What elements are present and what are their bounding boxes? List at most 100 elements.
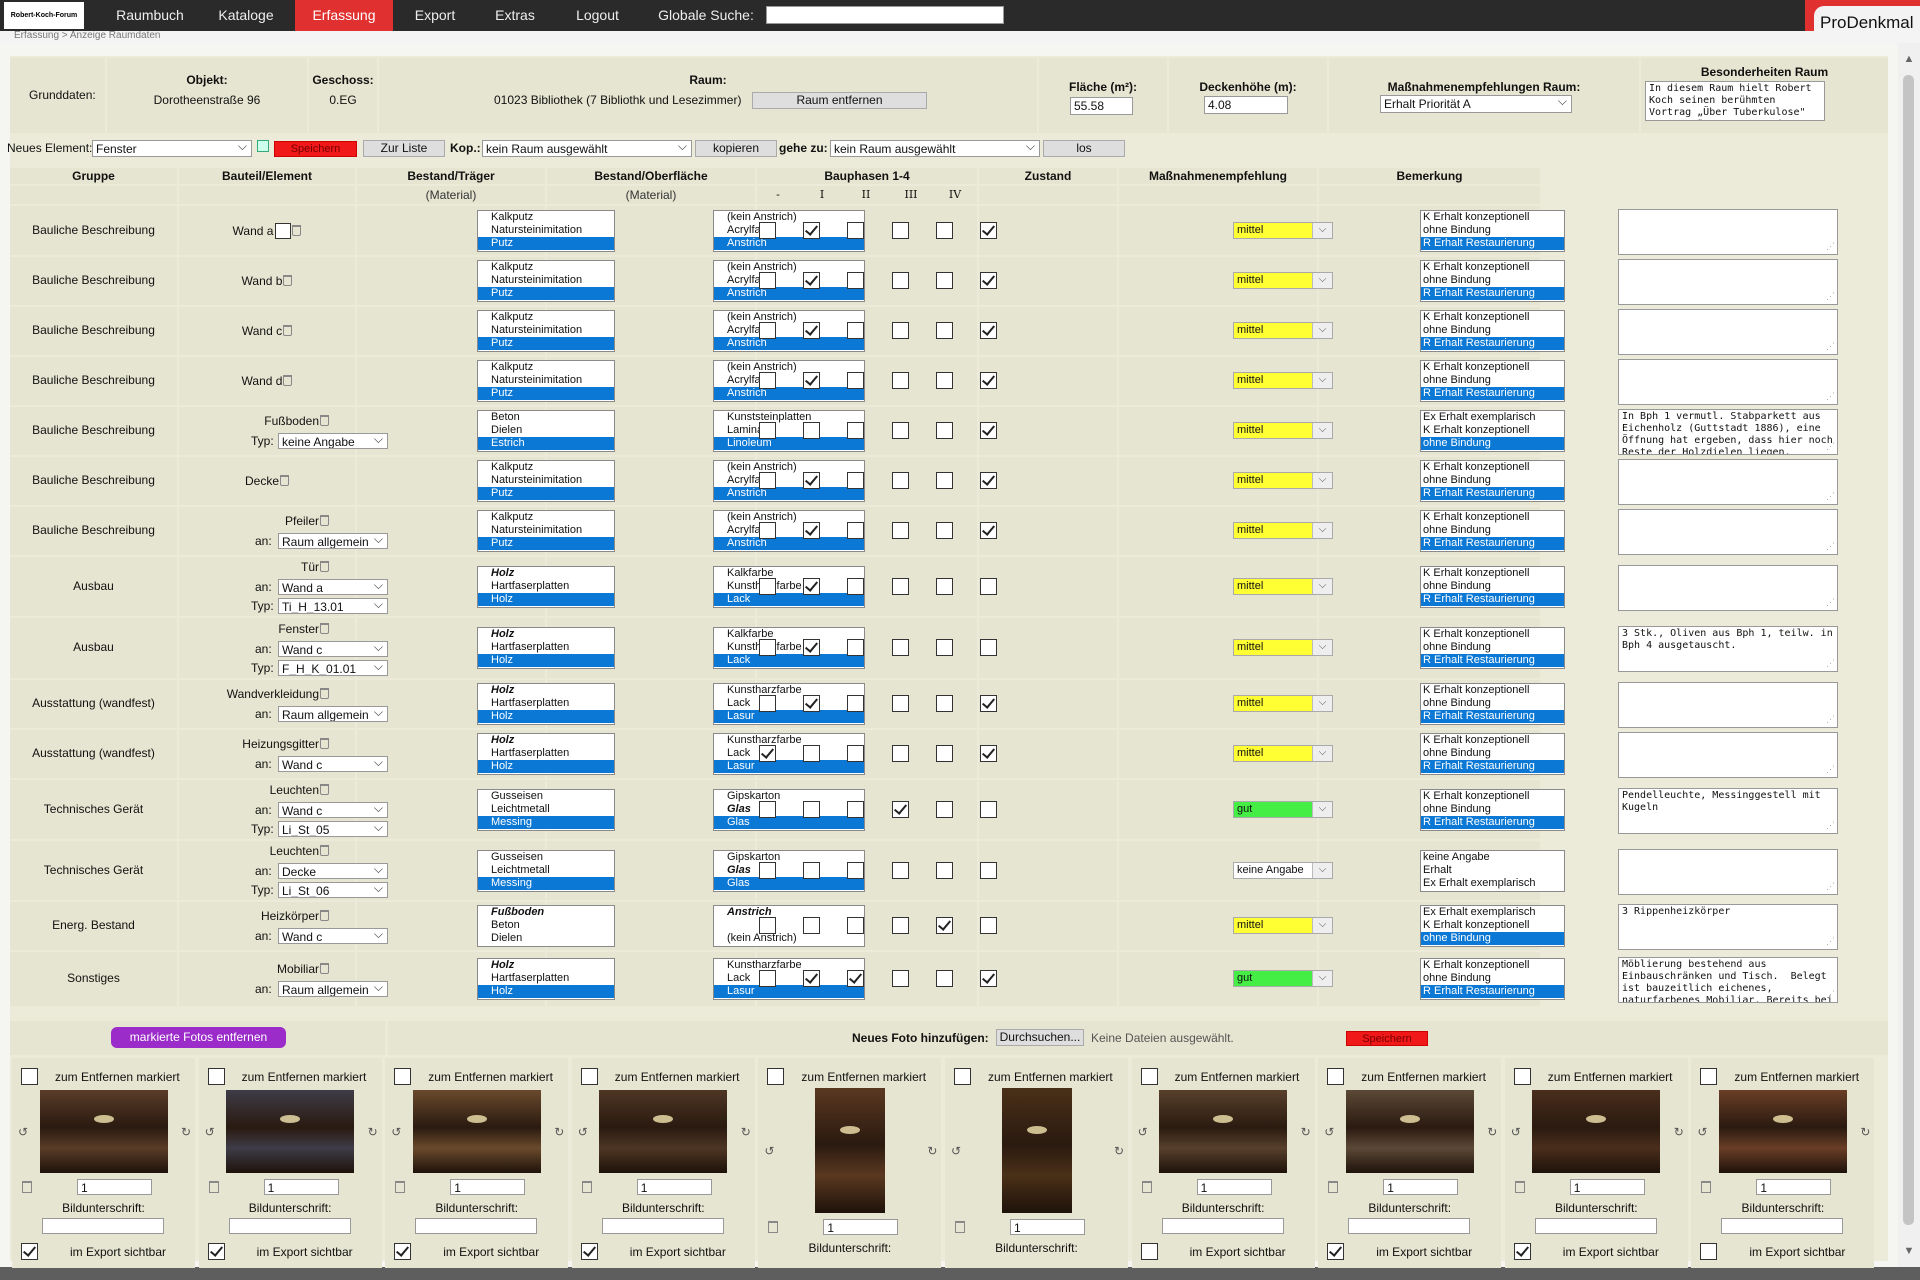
massnahme-listbox[interactable]: keine Angabe Erhalt Ex Erhalt exemplarisch — [1420, 849, 1565, 892]
resize-grip-icon[interactable]: ⋰ — [1826, 441, 1835, 453]
besonderheiten-textarea[interactable]: In diesem Raum hielt Robert Koch seinen … — [1645, 81, 1825, 121]
trash-icon[interactable] — [1514, 1181, 1525, 1193]
export-visible-checkbox[interactable] — [1700, 1243, 1718, 1260]
listbox-option[interactable]: Anstrich — [714, 487, 864, 500]
listbox-option[interactable]: Lack — [714, 972, 864, 985]
row-an-select[interactable]: Decke — [278, 863, 388, 879]
phase-checkbox-3[interactable] — [892, 577, 909, 595]
listbox-option[interactable]: K Erhalt konzeptionell — [1421, 424, 1564, 437]
phase-checkbox-4[interactable] — [936, 472, 953, 489]
listbox-option[interactable]: Ex Erhalt exemplarisch — [1421, 877, 1564, 890]
room-photo[interactable] — [1001, 1088, 1072, 1213]
listbox-option[interactable]: Natursteinimitation — [478, 474, 614, 487]
trash-icon[interactable] — [22, 1181, 32, 1193]
nav-erfassung[interactable]: Erfassung — [295, 0, 393, 31]
phase-checkbox-0[interactable] — [759, 372, 776, 389]
trash-icon[interactable] — [283, 374, 293, 386]
massnahme-listbox[interactable]: K Erhalt konzeptionell ohne Bindung R Erha… — [1420, 209, 1565, 252]
room-photo[interactable] — [412, 1090, 541, 1173]
row-oberflaeche-listbox[interactable]: (kein Anstrich) Acrylfarbe Anstrich — [713, 460, 865, 502]
site-logo[interactable]: Robert-Koch-Forum — [4, 2, 84, 29]
rotate-left-icon[interactable]: ↺ — [1697, 1125, 1707, 1139]
caption-input[interactable] — [415, 1218, 538, 1234]
massnahme-listbox[interactable]: K Erhalt konzeptionell ohne Bindung R Erha… — [1420, 360, 1565, 402]
row-traeger-listbox[interactable]: Holz Hartfaserplatten Holz — [477, 627, 615, 669]
trash-icon[interactable] — [320, 622, 329, 634]
photo-save-button[interactable]: Speichern — [1346, 1031, 1428, 1046]
rotate-left-icon[interactable]: ↺ — [18, 1125, 28, 1139]
phase-checkbox-0[interactable] — [759, 917, 776, 934]
phase-checkbox-3[interactable] — [892, 372, 909, 389]
listbox-option[interactable]: Natursteinimitation — [478, 274, 614, 287]
row-typ-select[interactable]: Li_St_06 — [278, 882, 388, 898]
phase-checkbox-5[interactable] — [980, 695, 997, 712]
resize-grip-icon[interactable]: ⋰ — [1826, 291, 1835, 303]
phase-checkbox-2[interactable] — [847, 800, 864, 818]
massnahme-listbox[interactable]: K Erhalt konzeptionell ohne Bindung R Erha… — [1420, 460, 1565, 502]
row-typ-select[interactable]: Li_St_05 — [278, 821, 388, 837]
listbox-option[interactable]: Acrylfarbe — [714, 324, 864, 337]
listbox-option[interactable]: Gusseisen — [478, 851, 614, 864]
zustand-select[interactable]: mittel ⌵ — [1233, 472, 1333, 489]
rotate-right-icon[interactable]: ↻ — [181, 1125, 191, 1139]
phase-checkbox-4[interactable] — [936, 639, 953, 656]
photo-order-input[interactable]: 1 — [1756, 1179, 1832, 1195]
resize-grip-icon[interactable]: ⋰ — [1826, 881, 1835, 893]
listbox-option[interactable]: Glas — [714, 815, 864, 829]
zustand-select[interactable]: mittel ⌵ — [1233, 917, 1333, 934]
listbox-option[interactable]: Natursteinimitation — [478, 374, 614, 387]
bemerkung-textarea[interactable]: ⋰ — [1618, 208, 1838, 255]
massnahme-listbox[interactable]: K Erhalt konzeptionell ohne Bindung R Erha… — [1420, 683, 1565, 725]
trash-icon[interactable] — [955, 1221, 965, 1233]
listbox-option[interactable]: Kalkputz — [478, 361, 614, 374]
listbox-option[interactable]: Acrylfarbe — [714, 224, 864, 237]
listbox-option[interactable]: Holz — [478, 710, 614, 723]
export-visible-checkbox[interactable] — [207, 1243, 225, 1260]
trash-icon[interactable] — [320, 688, 329, 699]
photo-order-input[interactable]: 1 — [823, 1219, 899, 1235]
listbox-option[interactable]: Leichtmetall — [478, 864, 614, 877]
rotate-right-icon[interactable]: ↻ — [741, 1125, 751, 1139]
phase-checkbox-1[interactable] — [803, 861, 820, 879]
neues-element-select[interactable]: Fenster — [92, 140, 252, 157]
chevron-down-icon[interactable]: ⌵ — [1312, 373, 1332, 388]
export-visible-checkbox[interactable] — [580, 1243, 598, 1260]
phase-checkbox-1[interactable] — [803, 577, 820, 595]
phase-checkbox-1[interactable] — [803, 745, 820, 762]
photo-order-input[interactable]: 1 — [77, 1179, 152, 1195]
listbox-option[interactable]: Glas — [714, 876, 864, 890]
phase-checkbox-2[interactable] — [847, 522, 864, 539]
listbox-option[interactable]: Natursteinimitation — [478, 524, 614, 537]
phase-checkbox-2[interactable] — [847, 322, 864, 339]
phase-checkbox-4[interactable] — [936, 577, 953, 595]
rotate-left-icon[interactable]: ↺ — [951, 1144, 961, 1158]
nav-raumbuch[interactable]: Raumbuch — [100, 0, 200, 31]
export-visible-checkbox[interactable] — [1327, 1243, 1345, 1260]
rotate-left-icon[interactable]: ↺ — [205, 1125, 215, 1139]
phase-checkbox-1[interactable] — [803, 472, 820, 489]
photo-order-input[interactable]: 1 — [1196, 1179, 1272, 1195]
listbox-option[interactable]: ohne Bindung — [1421, 697, 1564, 710]
resize-grip-icon[interactable]: ⋰ — [1826, 658, 1835, 670]
massnahmen-raum-select[interactable]: Erhalt Priorität A — [1380, 95, 1572, 113]
listbox-option[interactable]: Holz — [478, 959, 614, 972]
phase-checkbox-0[interactable] — [759, 272, 776, 289]
trash-icon[interactable] — [280, 474, 289, 486]
trash-icon[interactable] — [320, 738, 329, 749]
trash-icon[interactable] — [1701, 1181, 1712, 1193]
photo-order-input[interactable]: 1 — [1010, 1219, 1085, 1235]
page-scrollbar[interactable]: ▲ ▼ — [1898, 43, 1920, 1267]
listbox-option[interactable]: (kein Anstrich) — [714, 361, 864, 374]
row-oberflaeche-listbox[interactable]: KalkfarbeKunstharzfarbeLack — [713, 627, 865, 669]
trash-icon[interactable] — [320, 963, 329, 974]
row-traeger-listbox[interactable]: Kalkputz Natursteinimitation Putz — [477, 460, 615, 502]
trash-icon[interactable] — [320, 415, 329, 426]
listbox-option[interactable]: (kein Anstrich) — [714, 211, 864, 224]
photo-remove-checkbox[interactable] — [1327, 1068, 1345, 1085]
listbox-option[interactable]: ohne Bindung — [1421, 274, 1564, 287]
listbox-option[interactable]: (kein Anstrich) — [714, 932, 864, 945]
listbox-option[interactable]: ohne Bindung — [1421, 324, 1564, 337]
chevron-down-icon[interactable]: ⌵ — [1312, 578, 1332, 594]
phase-checkbox-5[interactable] — [980, 861, 997, 879]
phase-checkbox-1[interactable] — [803, 970, 820, 987]
